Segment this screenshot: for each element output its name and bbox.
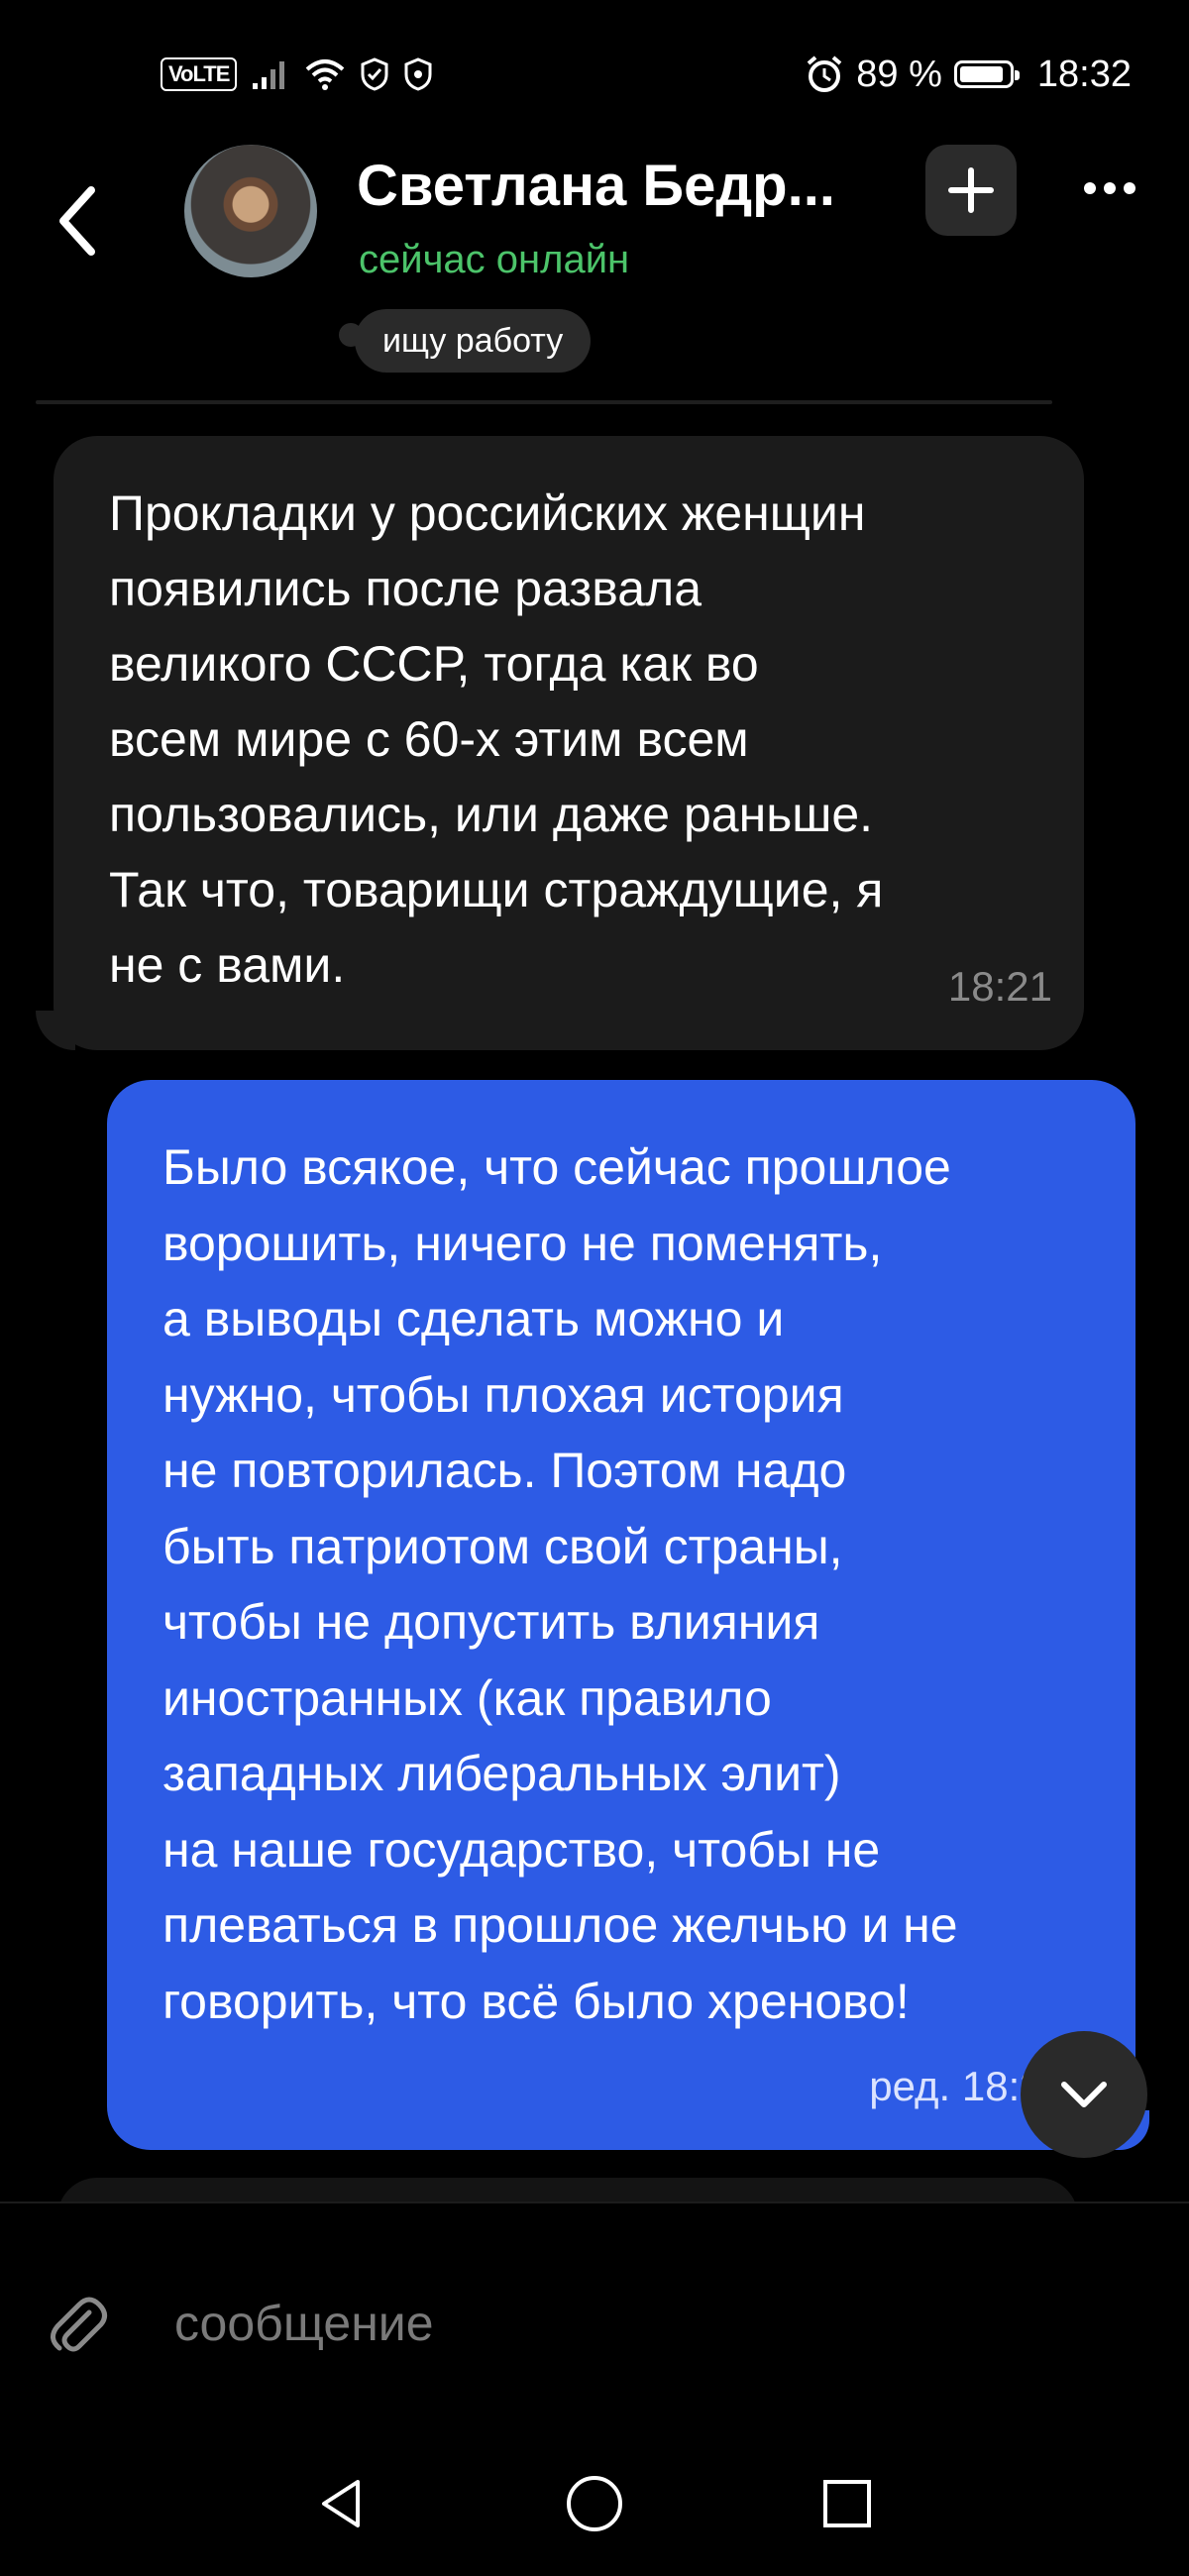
back-button[interactable] <box>50 176 109 266</box>
paperclip-icon <box>51 2297 107 2352</box>
message-text: Прокладки у российских женщин появились … <box>109 485 884 993</box>
nav-back-button[interactable] <box>297 2459 386 2548</box>
message-time: 18:21 <box>947 963 1052 1010</box>
status-right: 89 % 18:32 <box>805 48 1132 101</box>
more-menu-button[interactable] <box>1070 159 1149 218</box>
volte-badge: VoLTE <box>161 57 238 91</box>
nav-recents-button[interactable] <box>803 2459 892 2548</box>
nav-home-button[interactable] <box>550 2459 639 2548</box>
more-dot <box>1104 182 1116 194</box>
outgoing-message[interactable]: Было всякое, что сейчас прошлое ворошить… <box>107 1080 1149 2150</box>
battery-fill <box>959 66 1003 82</box>
status-chip: ищу работу <box>338 309 592 373</box>
message-input[interactable] <box>172 2283 1068 2364</box>
battery-icon <box>953 60 1020 88</box>
message-composer <box>0 2201 1189 2431</box>
incoming-message[interactable]: Прокладки у российских женщин появились … <box>36 436 1084 1050</box>
chevron-down-icon <box>1061 2082 1107 2107</box>
square-recents-icon <box>823 2480 871 2527</box>
plus-icon <box>948 167 994 213</box>
chat-header: Светлана Бедр... сейчас онлайн ищу работ… <box>0 139 1189 406</box>
battery-percent: 89 % <box>856 53 942 95</box>
avatar[interactable] <box>184 145 317 277</box>
shield-icon <box>361 57 388 91</box>
status-bar: VoLTE 89 % 18:32 <box>0 0 1189 149</box>
shield-icon <box>404 57 432 91</box>
scroll-to-bottom-button[interactable] <box>1021 2031 1147 2158</box>
wifi-icon <box>306 59 345 90</box>
signal-icon <box>253 61 285 89</box>
alarm-icon <box>807 55 842 92</box>
circle-home-icon <box>567 2476 622 2531</box>
chevron-left-icon <box>59 186 95 256</box>
bubble-tail <box>36 1011 75 1050</box>
clock: 18:32 <box>1036 53 1132 95</box>
message-text: Было всякое, что сейчас прошлое ворошить… <box>162 1139 958 2029</box>
add-button[interactable] <box>925 145 1017 236</box>
more-dot <box>1124 182 1135 194</box>
contact-name[interactable]: Светлана Бедр... <box>357 153 835 219</box>
presence-status: сейчас онлайн <box>359 238 630 281</box>
attach-button[interactable] <box>46 2293 109 2356</box>
more-dots-icon <box>1084 182 1096 194</box>
status-left: VoLTE <box>161 50 433 99</box>
triangle-back-icon <box>322 2480 360 2527</box>
system-nav-bar <box>0 2429 1189 2576</box>
header-divider <box>36 400 1052 404</box>
